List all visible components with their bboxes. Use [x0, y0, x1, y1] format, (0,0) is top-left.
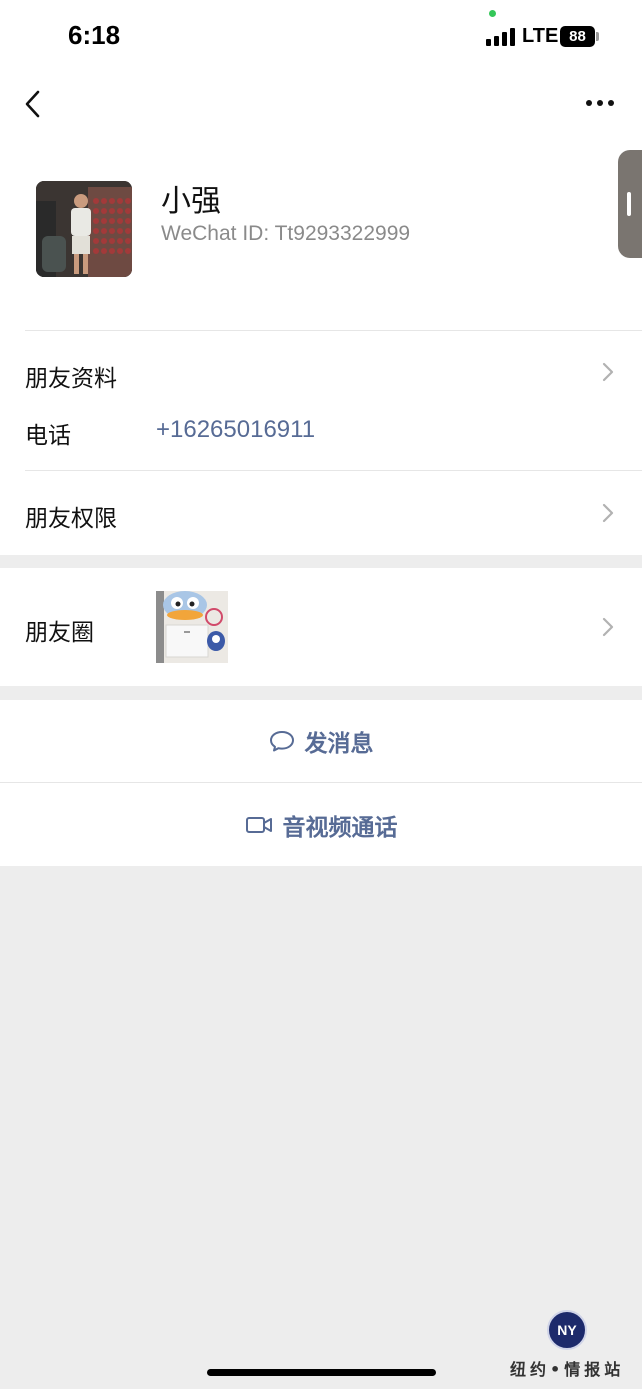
floating-side-handle[interactable]	[618, 150, 642, 258]
send-message-button[interactable]: 发消息	[0, 700, 642, 782]
divider	[0, 782, 642, 783]
video-call-label: 音视频通话	[282, 815, 398, 841]
phone-number-link[interactable]: +16265016911	[156, 416, 315, 444]
watermark-text: 纽约•情报站	[510, 1360, 625, 1379]
chevron-left-icon[interactable]	[22, 88, 46, 120]
chat-bubble-icon	[269, 731, 294, 752]
divider	[25, 330, 642, 331]
status-time: 6:18	[68, 20, 121, 50]
video-camera-icon	[245, 817, 272, 833]
display-name: 小强	[161, 184, 221, 219]
friend-profile-label[interactable]: 朋友资料	[25, 359, 117, 393]
battery-icon: 88	[560, 26, 595, 47]
battery-tip	[596, 32, 599, 41]
moments-row[interactable]	[0, 568, 642, 686]
moments-thumbnail[interactable]	[156, 591, 228, 663]
signal-strength-icon	[486, 28, 518, 46]
divider	[25, 470, 642, 471]
home-indicator[interactable]	[207, 1369, 436, 1376]
chevron-right-icon	[601, 361, 615, 383]
avatar[interactable]	[36, 181, 132, 277]
network-type: LTE	[522, 25, 559, 47]
moments-label[interactable]: 朋友圈	[25, 613, 94, 647]
wechat-id: WeChat ID: Tt9293322999	[161, 222, 411, 245]
video-call-button[interactable]: 音视频通话	[0, 784, 642, 866]
chevron-right-icon	[601, 502, 615, 524]
send-message-label: 发消息	[304, 731, 374, 757]
privacy-indicator-dot	[489, 10, 496, 17]
friend-permissions-label[interactable]: 朋友权限	[25, 499, 117, 533]
more-dots-icon[interactable]	[584, 96, 616, 110]
phone-label: 电话	[25, 423, 71, 449]
top-section	[0, 0, 642, 555]
chevron-right-icon	[601, 616, 615, 638]
watermark-logo: NY	[547, 1310, 587, 1350]
